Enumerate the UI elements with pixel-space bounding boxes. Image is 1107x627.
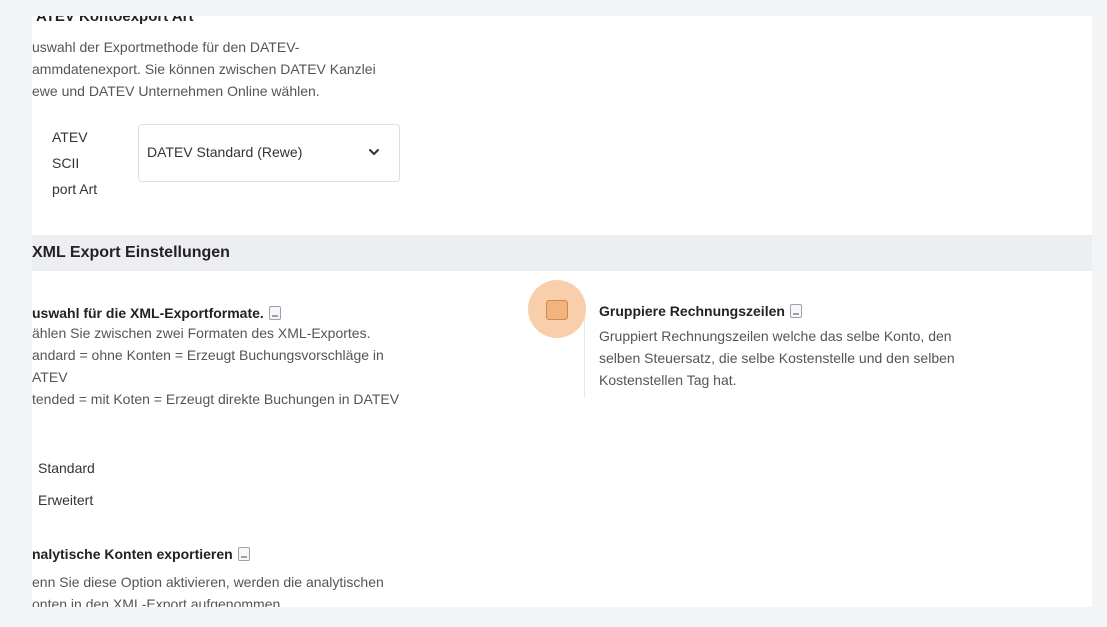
group-invoice-lines-description: Gruppiert Rechnungszeilen welche das sel…: [599, 328, 955, 388]
radio-option-standard[interactable]: Standard: [32, 460, 95, 476]
datev-export-description: uswahl der Exportmethode für den DATEV- …: [32, 39, 376, 99]
analytic-accounts-description: enn Sie diese Option aktivieren, werden …: [32, 574, 384, 607]
info-icon[interactable]: [268, 306, 281, 320]
analytic-accounts-title: nalytische Konten exportieren: [32, 546, 250, 562]
xml-section-title: XML Export Einstellungen: [32, 244, 230, 261]
column-divider: [584, 316, 585, 398]
xml-format-title: uswahl für die XML-Exportformate.: [32, 305, 281, 321]
chevron-down-icon: [369, 149, 379, 155]
datev-export-select[interactable]: DATEV Standard (Rewe): [138, 124, 400, 182]
datev-ascii-export-label: ATEV SCII port Art: [52, 129, 98, 197]
settings-panel: ATEV Kontoexport Art uswahl der Exportme…: [32, 16, 1092, 607]
datev-export-title: ATEV Kontoexport Art: [36, 16, 194, 25]
info-icon[interactable]: [789, 304, 802, 318]
group-invoice-lines-title: Gruppiere Rechnungszeilen: [599, 303, 802, 319]
info-icon[interactable]: [237, 547, 250, 561]
group-invoice-lines-checkbox[interactable]: [546, 300, 568, 320]
select-value: DATEV Standard (Rewe): [147, 144, 303, 160]
xml-format-description: ählen Sie zwischen zwei Formaten des XML…: [32, 325, 400, 407]
xml-section-header: XML Export Einstellungen: [32, 235, 1092, 271]
radio-option-erweitert[interactable]: Erweitert: [32, 492, 93, 508]
